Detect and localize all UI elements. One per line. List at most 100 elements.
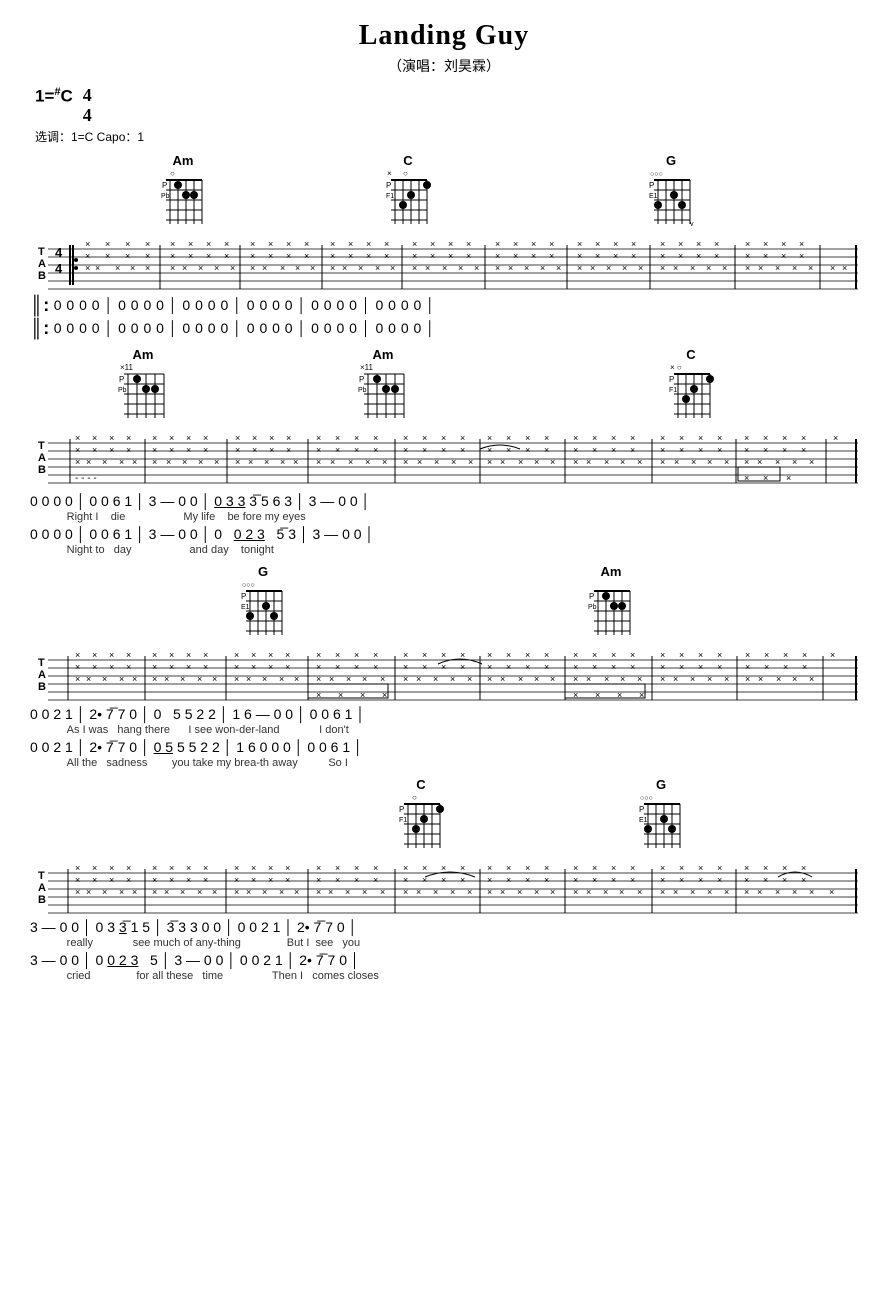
svg-text:×: × [508,263,513,273]
svg-text:×: × [763,239,768,249]
svg-text:×: × [335,863,340,873]
svg-text:×: × [577,239,582,249]
svg-text:×: × [126,863,131,873]
svg-text:×: × [403,863,408,873]
svg-text:×: × [487,445,492,455]
svg-text:×: × [92,433,97,443]
notation-s3-l2: 0 0 2 1 │ 2• 7̅ 7 0 │ 0 5 5 5 2 2 │ 1 6 … [30,739,858,755]
svg-text:×: × [269,445,274,455]
svg-text:P: P [359,375,364,384]
svg-text:×: × [673,674,678,684]
svg-text:×: × [783,650,788,660]
svg-text:×: × [250,263,255,273]
svg-text:×: × [373,662,378,672]
svg-text:×: × [525,445,530,455]
svg-text:×: × [268,662,273,672]
svg-text:×: × [246,887,251,897]
svg-text:×: × [679,445,684,455]
svg-text:×: × [524,263,529,273]
svg-text:Pb: Pb [118,387,127,394]
svg-text:×: × [637,457,642,467]
svg-text:×: × [540,263,545,273]
svg-text:×: × [286,433,291,443]
svg-text:×: × [604,457,609,467]
svg-text:×: × [422,875,427,885]
svg-text:×: × [595,239,600,249]
svg-text:×: × [604,674,609,684]
svg-text:×: × [549,239,554,249]
svg-text:×: × [513,239,518,249]
svg-text:×: × [132,674,137,684]
svg-text:×: × [717,875,722,885]
chord-diagram-c4: ○ P F1 [398,792,444,850]
svg-text:×: × [460,445,465,455]
svg-text:×: × [86,457,91,467]
svg-text:×: × [75,887,80,897]
svg-text:×: × [460,433,465,443]
svg-text:×: × [830,263,835,273]
lyrics-s2-l1: Right I die My life be fore my eyes [30,511,858,523]
svg-text:×: × [550,674,555,684]
svg-text:×: × [86,887,91,897]
svg-text:×: × [212,674,217,684]
svg-text:×: × [525,433,530,443]
notation-s2-l2: 0 0 0 0 │ 0 0 6 1 │ 3 — 0 0 │ 0 0 2 3 5̅… [30,526,858,542]
svg-text:×: × [744,445,749,455]
svg-text:×: × [782,875,787,885]
svg-text:×: × [679,875,684,885]
lyrics-s2-l2: Night to day and day tonight [30,544,858,556]
svg-text:×: × [235,445,240,455]
svg-text:×: × [744,457,749,467]
svg-text:×: × [792,263,797,273]
svg-text:×: × [758,674,763,684]
svg-text:×: × [182,263,187,273]
svg-text:×: × [304,239,309,249]
svg-text:○: ○ [170,169,175,178]
svg-text:×: × [544,650,549,660]
svg-text:×: × [390,263,395,273]
svg-text:×: × [451,457,456,467]
svg-text:×: × [251,875,256,885]
svg-text:×: × [403,433,408,443]
svg-text:×: × [105,251,110,261]
svg-text:×: × [346,674,351,684]
svg-text:×: × [164,674,169,684]
chord-am-1: Am ○ [160,153,206,231]
svg-text:×: × [335,650,340,660]
svg-text:×: × [197,674,202,684]
svg-text:×: × [180,674,185,684]
capo-info: 选调：1=C Capo：1 [35,128,858,145]
svg-text:E1: E1 [639,817,648,824]
svg-text:×: × [294,887,299,897]
svg-text:×: × [285,650,290,660]
svg-text:×: × [698,445,703,455]
svg-text:×: × [126,433,131,443]
svg-text:×: × [95,263,100,273]
svg-text:×: × [724,887,729,897]
svg-text:×: × [85,251,90,261]
svg-text:×: × [786,473,791,483]
svg-text:×: × [330,251,335,261]
svg-text:×: × [417,457,422,467]
svg-text:×: × [262,887,267,897]
svg-text:A: A [38,669,46,681]
svg-text:×: × [280,263,285,273]
svg-text:×: × [660,263,665,273]
svg-text:×: × [801,875,806,885]
svg-text:×: × [186,863,191,873]
svg-text:×: × [506,650,511,660]
svg-text:×: × [362,674,367,684]
svg-text:×: × [690,674,695,684]
svg-text:×: × [214,263,219,273]
svg-text:×: × [764,662,769,672]
svg-text:×: × [152,887,157,897]
svg-text:×: × [525,650,530,660]
svg-text:×: × [550,457,555,467]
svg-text:×: × [500,457,505,467]
svg-text:×: × [707,457,712,467]
svg-text:×: × [586,887,591,897]
svg-text:×: × [611,662,616,672]
svg-text:×: × [620,674,625,684]
svg-text:×: × [801,433,806,443]
svg-text:×: × [707,887,712,897]
